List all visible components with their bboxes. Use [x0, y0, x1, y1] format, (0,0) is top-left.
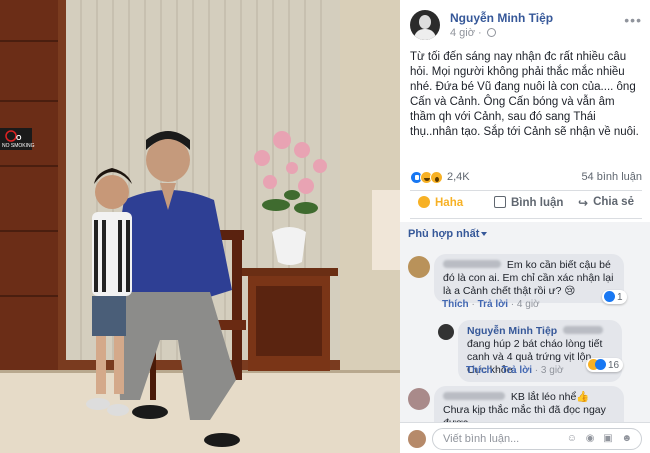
- commenter-name[interactable]: [443, 391, 505, 403]
- comment-placeholder: Viết bình luận...: [443, 433, 520, 445]
- comment-bubble: Em ko cần biết cậu bé đó là con ai. Em c…: [434, 254, 624, 303]
- comment-icon: [494, 196, 506, 208]
- globe-icon: [486, 28, 496, 37]
- svg-text:O: O: [16, 135, 22, 142]
- reactions-count[interactable]: 2,4K: [447, 171, 470, 183]
- comment-button[interactable]: Bình luận: [494, 196, 563, 214]
- reply-reaction-badge[interactable]: 16: [586, 358, 624, 372]
- haha-icon: [418, 196, 430, 208]
- author-name[interactable]: Nguyễn Minh Tiệp: [450, 11, 553, 25]
- reaction-summary[interactable]: 2,4K 54 bình luận: [410, 170, 642, 186]
- comment-reaction-badge[interactable]: 1: [602, 290, 627, 304]
- reply-author[interactable]: Nguyễn Minh Tiệp: [467, 325, 557, 337]
- comment-input[interactable]: Viết bình luận... ☺ ◉ ▣ ☻: [432, 428, 642, 450]
- haha-button[interactable]: Haha: [418, 196, 463, 214]
- photo-scene: O NO SMOKING: [0, 0, 400, 453]
- viewer-avatar: [408, 430, 426, 448]
- divider: [410, 218, 642, 219]
- reply-links: Thích · Trả lời · 3 giờ: [466, 365, 564, 376]
- post-time[interactable]: 4 giờ: [450, 27, 475, 39]
- comment-like-link[interactable]: Thích: [442, 299, 469, 310]
- reply-like-link[interactable]: Thích: [466, 365, 493, 376]
- reply-time[interactable]: 3 giờ: [541, 365, 564, 376]
- commenter-name[interactable]: [443, 259, 501, 271]
- tagged-name[interactable]: [563, 326, 604, 334]
- chevron-down-icon: [481, 232, 488, 239]
- divider: [410, 190, 642, 191]
- more-horizontal-icon[interactable]: •••: [624, 12, 642, 28]
- author-avatar[interactable]: [410, 10, 440, 40]
- like-reaction-icon: [604, 291, 615, 302]
- like-reaction-icon: [595, 359, 606, 370]
- wow-reaction-icon: [430, 171, 443, 184]
- reply-avatar[interactable]: [438, 324, 454, 340]
- post-header: Nguyễn Minh Tiệp 4 giờ · •••: [410, 8, 642, 44]
- post-actions: Haha Bình luận ↪ Chia sẻ: [410, 194, 642, 216]
- reply-reply-link[interactable]: Trả lời: [502, 365, 532, 376]
- share-icon: ↪: [578, 196, 589, 210]
- share-button[interactable]: ↪ Chia sẻ: [578, 196, 634, 214]
- commenter-avatar[interactable]: [408, 388, 430, 410]
- comments-section: Phù hợp nhất Em ko cần biết cậu bé đó là…: [400, 222, 650, 453]
- comment-sort-dropdown[interactable]: Phù hợp nhất: [408, 228, 488, 240]
- comment-reply-link[interactable]: Trả lời: [478, 299, 508, 310]
- commenter-avatar[interactable]: [408, 256, 430, 278]
- comment-links: Thích · Trả lời · 4 giờ: [442, 299, 540, 310]
- post-photo[interactable]: O NO SMOKING: [0, 0, 400, 453]
- post-text: Từ tối đến sáng nay nhận đc rất nhiều câ…: [410, 51, 639, 138]
- comments-count[interactable]: 54 bình luận: [581, 171, 642, 183]
- comment-composer: Viết bình luận... ☺ ◉ ▣ ☻: [400, 422, 650, 453]
- composer-icons[interactable]: ☺ ◉ ▣ ☻: [567, 433, 635, 444]
- post-meta: 4 giờ ·: [450, 27, 496, 39]
- no-smoking-sign-text: NO SMOKING: [2, 143, 35, 149]
- comment-time[interactable]: 4 giờ: [517, 299, 540, 310]
- post-panel: Nguyễn Minh Tiệp 4 giờ · ••• Từ tối đến …: [400, 0, 650, 453]
- comment-text: KB lắt léo nhể👍: [510, 391, 590, 403]
